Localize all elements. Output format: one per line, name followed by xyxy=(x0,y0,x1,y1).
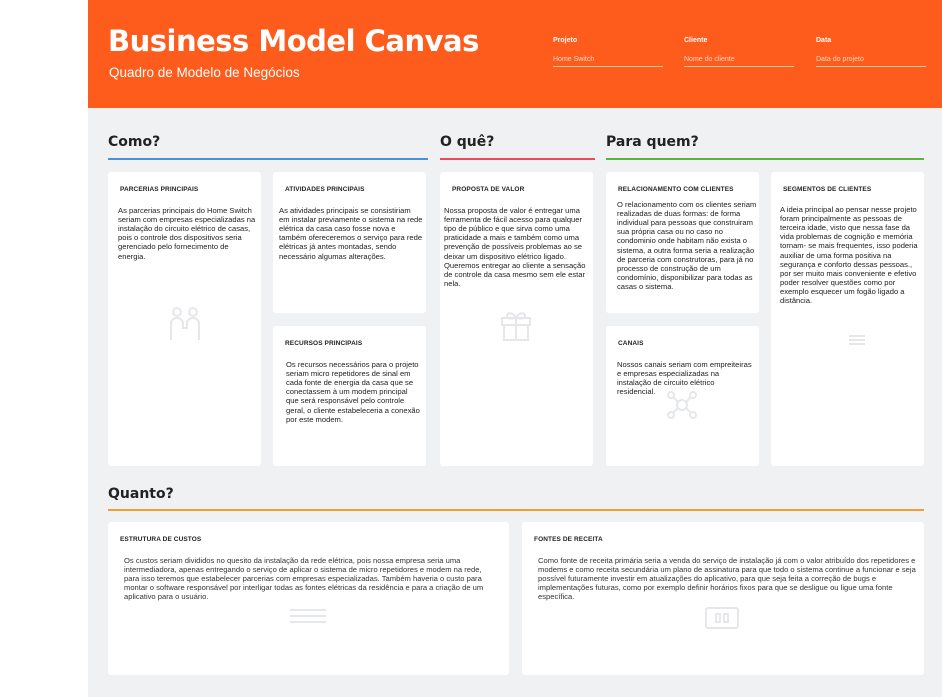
card-custos-title: Estrutura de custos xyxy=(120,536,202,543)
card-recursos-body[interactable]: Os recursos necessários para o projeto s… xyxy=(286,360,420,424)
card-canais-title: Canais xyxy=(618,340,644,347)
section-oque-divider xyxy=(440,158,595,160)
field-cliente-label: Cliente xyxy=(684,37,708,44)
card-segmentos[interactable]: Segmentos de clientes A ideia principal … xyxy=(771,172,924,466)
section-paraquem: Para quem? xyxy=(606,134,924,162)
card-atividades[interactable]: Atividades principais As atividades prin… xyxy=(273,172,426,313)
card-custos[interactable]: Estrutura de custos Os custos seriam div… xyxy=(108,522,509,675)
card-segmentos-title: Segmentos de clientes xyxy=(783,186,872,193)
section-oque-title: O quê? xyxy=(440,134,495,150)
card-canais[interactable]: Canais Nossos canais seriam com empreite… xyxy=(606,326,759,466)
field-projeto[interactable]: Projeto Home Switch xyxy=(553,37,663,67)
section-quanto-title: Quanto? xyxy=(108,486,174,502)
section-paraquem-divider xyxy=(606,158,924,160)
card-parcerias-title: Parcerias principais xyxy=(120,186,199,193)
page-title: Business Model Canvas xyxy=(108,24,479,58)
gift-icon xyxy=(501,312,531,341)
card-receita[interactable]: Fontes de receita Como fonte de receita … xyxy=(522,522,924,675)
page-subtitle: Quadro de Modelo de Negócios xyxy=(109,65,300,80)
section-oque: O quê? xyxy=(440,134,595,162)
field-data-label: Data xyxy=(816,37,832,44)
partnership-icon xyxy=(170,307,200,340)
card-proposta-title: Proposta de valor xyxy=(452,186,525,193)
section-como-divider xyxy=(108,158,428,160)
card-recursos[interactable]: Recursos principais Os recursos necessár… xyxy=(273,326,426,466)
wallet-icon xyxy=(705,607,739,629)
card-recursos-title: Recursos principais xyxy=(285,340,363,347)
card-proposta[interactable]: Proposta de valor Nossa proposta de valo… xyxy=(440,172,593,466)
card-atividades-body[interactable]: As atividades principais se consistiriam… xyxy=(279,206,423,261)
card-relacionamento-body[interactable]: O relacionamento com os clientes seriam … xyxy=(617,200,757,291)
people-icon xyxy=(849,335,865,345)
section-como: Como? xyxy=(108,134,428,162)
field-data-input[interactable]: Data do projeto xyxy=(816,56,926,67)
card-receita-title: Fontes de receita xyxy=(534,536,603,543)
card-atividades-title: Atividades principais xyxy=(285,186,365,193)
field-cliente[interactable]: Cliente Nome do cliente xyxy=(684,37,794,67)
section-como-title: Como? xyxy=(108,134,161,150)
header-banner: Business Model Canvas Quadro de Modelo d… xyxy=(88,0,942,108)
card-parcerias-body[interactable]: As parcerias principais do Home Switch s… xyxy=(118,206,256,261)
field-cliente-input[interactable]: Nome do cliente xyxy=(684,56,794,67)
card-relacionamento[interactable]: Relacionamento com clientes O relacionam… xyxy=(606,172,759,313)
card-proposta-body[interactable]: Nossa proposta de valor é entregar uma f… xyxy=(444,206,590,288)
section-paraquem-title: Para quem? xyxy=(606,134,699,150)
field-data[interactable]: Data Data do projeto xyxy=(816,37,926,67)
field-projeto-input[interactable]: Home Switch xyxy=(553,56,663,67)
section-quanto: Quanto? xyxy=(108,486,924,514)
card-custos-body[interactable]: Os custos seriam divididos no quesito da… xyxy=(124,556,494,602)
card-segmentos-body[interactable]: A ideia principal ao pensar nesse projet… xyxy=(780,205,921,305)
card-receita-body[interactable]: Como fonte de receita primária seria a v… xyxy=(538,556,916,602)
card-relacionamento-title: Relacionamento com clientes xyxy=(618,186,734,193)
document-icon xyxy=(290,609,326,623)
field-projeto-label: Projeto xyxy=(553,37,578,44)
network-icon xyxy=(667,391,697,419)
card-parcerias[interactable]: Parcerias principais As parcerias princi… xyxy=(108,172,261,466)
page: Business Model Canvas Quadro de Modelo d… xyxy=(0,0,942,697)
section-quanto-divider xyxy=(108,509,924,511)
